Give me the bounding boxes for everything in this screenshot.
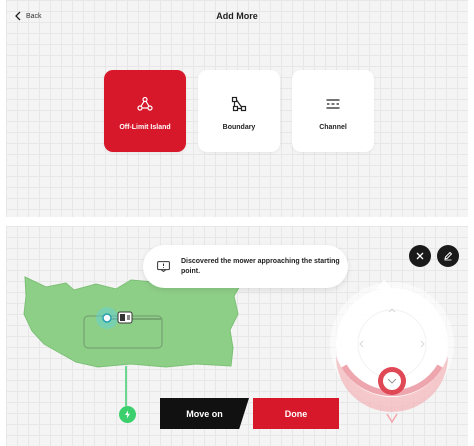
option-label: Channel — [319, 123, 347, 131]
option-label: Boundary — [222, 123, 256, 131]
joystick-knob[interactable] — [378, 367, 406, 395]
map-screen: Discovered the mower approaching the sta… — [6, 226, 468, 446]
option-cards: Off-Limit Island Boundary Channel — [104, 70, 374, 152]
close-button[interactable] — [409, 245, 431, 267]
channel-icon — [326, 98, 340, 109]
power-icon — [125, 410, 130, 419]
boundary-icon — [231, 96, 247, 111]
option-channel[interactable]: Channel — [292, 70, 374, 152]
notification-text-line2: point. — [181, 267, 201, 275]
option-label: Off-Limit Island — [119, 123, 171, 131]
off-limit-island-icon — [137, 96, 153, 111]
option-off-limit-island[interactable]: Off-Limit Island — [104, 70, 186, 152]
start-point-marker — [102, 313, 112, 323]
mower-icon — [117, 311, 133, 324]
top-bar: Back Add More — [6, 0, 468, 34]
notification-text: Discovered the mower approaching the sta… — [181, 257, 340, 277]
option-boundary[interactable]: Boundary — [198, 70, 280, 152]
page-title: Add More — [216, 11, 258, 21]
edit-icon — [444, 251, 453, 261]
charging-station — [119, 406, 136, 423]
edit-button[interactable] — [437, 245, 459, 267]
close-icon — [416, 252, 424, 260]
done-button[interactable]: Done — [253, 398, 339, 429]
notification-text-line1: Discovered the mower approaching the sta… — [181, 257, 340, 265]
message-icon — [157, 261, 170, 272]
joystick[interactable] — [330, 280, 454, 424]
move-on-button[interactable]: Move on — [160, 398, 249, 429]
notification-banner: Discovered the mower approaching the sta… — [143, 245, 348, 288]
add-more-screen: Back Add More Off-Limit Island Boundary — [6, 0, 468, 217]
